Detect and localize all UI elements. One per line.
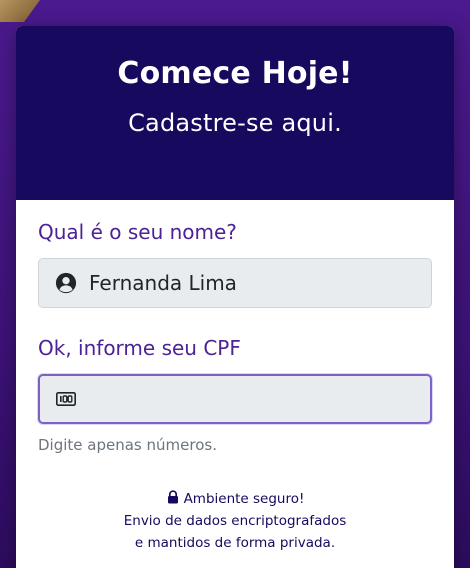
cpf-question-label: Ok, informe seu CPF <box>38 336 241 360</box>
page-title: Comece Hoje! <box>117 56 353 91</box>
card-header: Comece Hoje! Cadastre-se aqui. <box>16 26 454 200</box>
name-question-label: Qual é o seu nome? <box>38 220 237 244</box>
security-line-3: e mantidos de forma privada. <box>134 535 336 551</box>
signup-card: Comece Hoje! Cadastre-se aqui. Qual é o … <box>16 26 454 568</box>
lock-icon <box>167 490 178 504</box>
id-card-icon <box>56 392 76 406</box>
security-line-1: Ambiente seguro! <box>183 491 305 507</box>
name-field-value: Fernanda Lima <box>89 271 237 295</box>
cpf-input[interactable] <box>86 383 430 415</box>
security-notice: Ambiente seguro! Envio de dados encripto… <box>38 488 432 554</box>
user-circle-icon <box>55 272 77 294</box>
background-decoration <box>0 0 40 22</box>
page-subtitle: Cadastre-se aqui. <box>128 109 342 137</box>
cpf-field[interactable] <box>38 374 432 424</box>
form-body: Qual é o seu nome? Fernanda Lima Ok, inf… <box>16 200 454 554</box>
security-line-2: Envio de dados encriptografados <box>123 513 347 529</box>
name-field[interactable]: Fernanda Lima <box>38 258 432 308</box>
cpf-hint: Digite apenas números. <box>38 436 217 454</box>
